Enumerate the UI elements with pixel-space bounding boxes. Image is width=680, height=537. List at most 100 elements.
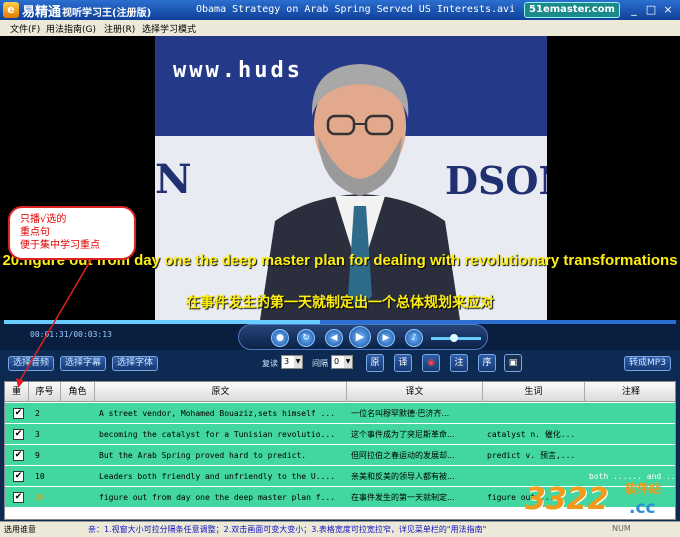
cell-notes [589,403,675,424]
cell-translation: 这个事件成为了突尼斯革命... [351,430,455,439]
repeat-icon[interactable]: ↻ [297,329,315,347]
cell-role [63,403,93,424]
cell-role [63,466,93,487]
cell-role [63,487,93,508]
repeat-value: 3 [284,357,290,366]
convert-mp3-button[interactable]: 转成MP3 [624,356,671,371]
minimize-button[interactable]: _ [626,2,642,17]
col-header-words[interactable]: 生词 [483,382,585,402]
site-badge[interactable]: 51emaster.com [524,2,620,18]
cell-original: But the Arab Spring proved hard to predi… [99,451,307,460]
close-button[interactable]: × [660,2,676,17]
select-audio-button[interactable]: 选择音频 [8,356,55,371]
volume-slider[interactable] [431,334,481,342]
table-row[interactable]: ✔ 9 But the Arab Spring proved hard to pre… [5,445,675,466]
subtitle-chinese: 在事件发生的第一天就制定出一个总体规划来应对 [186,295,494,311]
dropdown-arrow-icon: ▼ [294,356,302,368]
cell-translation: 在事件发生的第一天就制定... [351,493,455,502]
app-logo-icon: e [3,2,19,18]
row-checkbox[interactable]: ✔ [13,429,24,440]
control-panel: ● ↻ ◀ ▶ ▶ ♪ [238,324,488,350]
record-icon[interactable]: ◉ [422,354,440,372]
backdrop-word-left: N [155,156,192,203]
cell-num: 20 [35,493,45,502]
cell-original: becoming the catalyst for a Tunisian rev… [99,430,336,439]
status-left: 选用谁意 [4,525,36,534]
callout-line-3: 便于集中学习重点 [20,240,100,251]
maximize-button[interactable]: □ [643,2,659,17]
col-header-role[interactable]: 角色 [61,382,95,402]
cell-original: figure out from day one the deep master … [99,493,336,502]
video-frame: www.huds N DSON [155,36,547,320]
dropdown-arrow-icon: ▼ [344,356,352,368]
table-row[interactable]: ✔ 2 A street vendor, Mohamed Bouaziz,sets … [5,403,675,424]
row-checkbox[interactable]: ✔ [13,471,24,482]
prev-icon[interactable]: ◀ [325,329,343,347]
cell-translation: 亲美和反美的领导人都有被... [351,472,455,481]
watermark-tld: .cc [629,498,656,518]
save-icon[interactable]: ▣ [504,354,522,372]
cell-words [487,403,583,424]
app-name: 易精通 [22,5,62,20]
next-icon[interactable]: ▶ [377,329,395,347]
watermark-small: 软件站 [625,482,662,496]
video-area[interactable]: www.huds N DSON 只播√选的 重点句 便于集中学习重点 20.fi… [0,36,680,320]
select-font-button[interactable]: 选择字体 [112,356,159,371]
menu-file[interactable]: 文件(F) [10,22,40,35]
col-header-original[interactable]: 原文 [95,382,347,402]
cell-original: A street vendor, Mohamed Bouaziz,sets hi… [99,409,336,418]
cell-role [63,445,93,466]
row-checkbox[interactable]: ✔ [13,450,24,461]
notes-button[interactable]: 注 [450,354,468,372]
table-row[interactable]: ✔ 3 becoming the catalyst for a Tunisian r… [5,424,675,445]
cell-notes [589,445,675,466]
original-button[interactable]: 原 [366,354,384,372]
cell-num: 9 [35,451,40,460]
col-header-translation[interactable]: 译文 [347,382,483,402]
toolbar: 选择音频 选择字幕 选择字体 复读 3 ▼ 间隔 0 ▼ 原 译 ◉ 注 序 ▣ 转… [0,350,680,376]
site-watermark: 3322 软件站 .cc [525,476,675,526]
hint-callout: 只播√选的 重点句 便于集中学习重点 [8,206,136,260]
play-icon[interactable]: ▶ [349,326,371,348]
col-header-notes[interactable]: 注释 [585,382,675,402]
interval-value: 0 [334,357,340,366]
app-subtitle: 视听学习王(注册版) [62,8,152,19]
window-title: Obama Strategy on Arab Spring Served US … [196,4,516,15]
mic-icon[interactable]: ● [271,329,289,347]
cell-role [63,424,93,445]
cell-num: 2 [35,409,40,418]
interval-label: 间隔 [312,359,328,368]
translation-button[interactable]: 译 [394,354,412,372]
menu-learning-mode[interactable]: 选择学习模式 [142,22,196,35]
status-tip: 亲：1.视窗大小可拉分隔条任意调整；2.双击画面可变大变小；3.表格宽度可拉宽拉… [88,525,487,534]
cell-num: 3 [35,430,40,439]
time-display: 00:01:31/00:03:13 [30,330,112,339]
select-subtitle-button[interactable]: 选择字幕 [60,356,107,371]
volume-knob[interactable] [449,334,458,342]
speaker-figure [260,64,460,320]
table-header: 重 序号 角色 原文 译文 生词 注释 [5,382,675,402]
row-checkbox[interactable]: ✔ [13,492,24,503]
cell-original: Leaders both friendly and unfriendly to … [99,472,336,481]
menu-register[interactable]: 注册(R) [104,22,135,35]
order-button[interactable]: 序 [478,354,496,372]
menu-guide[interactable]: 用法指南(G) [46,22,96,35]
app-window: e 易精通 视听学习王(注册版) Obama Strategy on Arab … [0,0,680,537]
col-header-key[interactable]: 重 [5,382,29,402]
watermark-main: 3322 [525,482,609,517]
cell-notes [589,424,675,445]
volume-icon[interactable]: ♪ [405,329,423,347]
repeat-select[interactable]: 3 ▼ [281,355,303,369]
title-bar[interactable]: e 易精通 视听学习王(注册版) Obama Strategy on Arab … [0,0,680,20]
repeat-label: 复读 [262,359,278,368]
callout-line-1: 只播√选的 [20,214,67,225]
playback-bar: 00:01:31/00:03:13 ● ↻ ◀ ▶ ▶ ♪ [0,320,680,350]
menu-bar: 文件(F) 用法指南(G) 注册(R) 选择学习模式 [0,20,680,36]
interval-select[interactable]: 0 ▼ [331,355,353,369]
col-header-num[interactable]: 序号 [29,382,61,402]
callout-line-2: 重点句 [20,227,50,238]
cell-translation: 一位名叫穆罕默德·巴济齐... [351,409,450,418]
cell-words: predict v. 预言,... [487,451,576,460]
cell-num: 10 [35,472,45,481]
row-checkbox[interactable]: ✔ [13,408,24,419]
